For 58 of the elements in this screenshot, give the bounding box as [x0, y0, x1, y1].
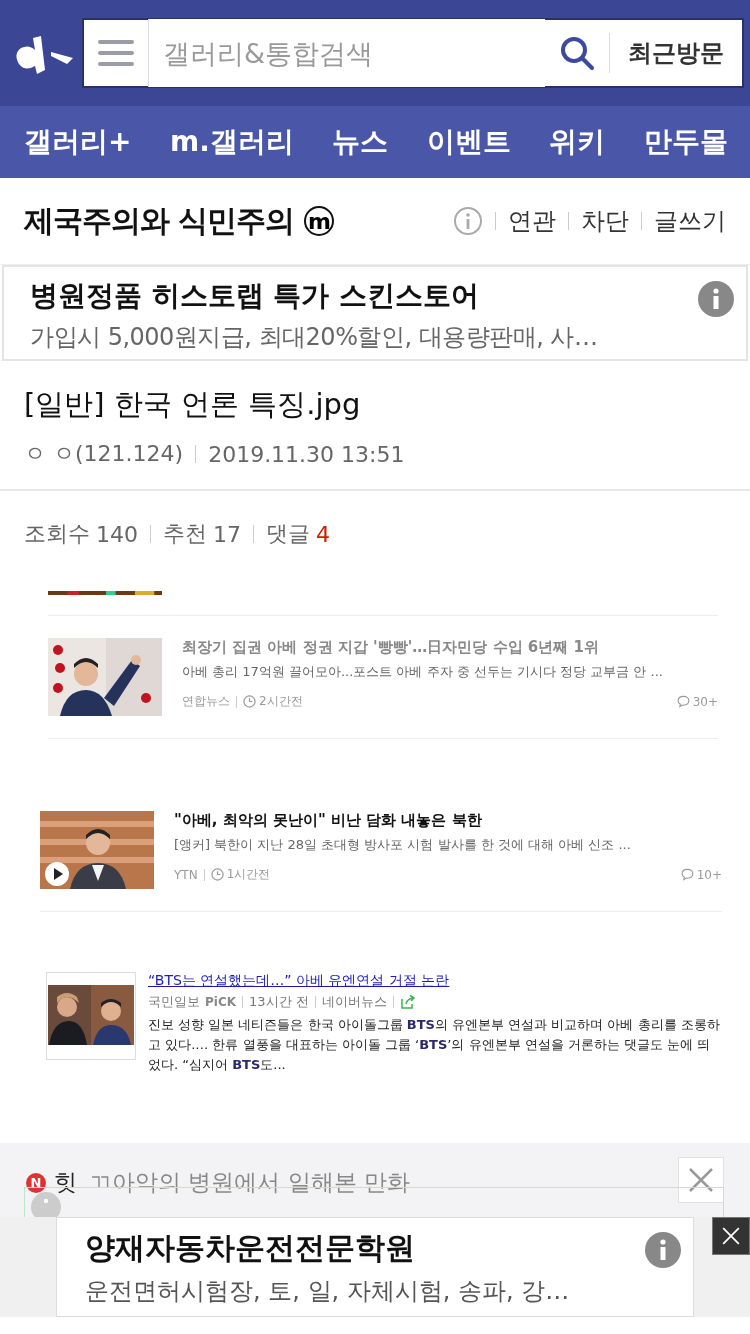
news-source: YTN	[174, 867, 198, 882]
menu-icon[interactable]	[98, 38, 134, 68]
ad-text: 가입시 5,000원지급, 최대20%할인, 대용량판매, 사…	[30, 322, 599, 353]
pick-label: PiCK	[205, 995, 236, 1009]
news-time: 2시간전	[259, 693, 303, 710]
news-summary: 아베 총리 17억원 끌어모아...포스트 아베 주자 중 선두는 기시다 정당 교부금 안 ...	[182, 663, 664, 681]
ad-banner[interactable]: 병원정품 히스토랩 특가 스킨스토어 가입시 5,000원지급, 최대20%할인, 대용량판매, 사…	[2, 265, 748, 361]
comment-count: 30+	[692, 694, 718, 709]
new-badge: N	[26, 1172, 46, 1193]
hot-label: 힛	[54, 1168, 77, 1197]
ad-title: 양재자동차운전전문학원	[85, 1229, 416, 1267]
news-source: 국민일보	[148, 993, 200, 1011]
news-title[interactable]: "아베, 최악의 못난이" 비난 담화 내놓은 북한	[174, 811, 722, 830]
comment-icon	[676, 695, 690, 708]
post-author[interactable]: ㅇ ㅇ(121.124)	[24, 439, 184, 469]
ad-title: 병원정품 히스토랩 특가 스킨스토어	[30, 278, 481, 314]
info-icon[interactable]	[698, 281, 734, 317]
stat-value: 17	[213, 521, 241, 547]
news-time: 13시간 전	[249, 993, 309, 1011]
comment-icon	[680, 868, 694, 881]
nav-link[interactable]: 이벤트	[426, 123, 511, 161]
clock-icon	[210, 868, 224, 881]
nav-link[interactable]: m.갤러리	[170, 123, 294, 161]
minor-gallery-badge: m	[304, 206, 335, 236]
nav-link[interactable]: 뉴스	[332, 123, 389, 161]
gallery-title: 제국주의와 식민주의	[24, 201, 295, 240]
comment-count: 10+	[696, 867, 722, 882]
news-source: 연합뉴스	[182, 693, 230, 710]
nav-link[interactable]: 만두몰	[643, 123, 728, 161]
news-title-link[interactable]: “BTS는 연설했는데…” 아베 유엔연설 거절 논란	[148, 972, 720, 990]
clock-icon	[243, 695, 256, 708]
post-date: 2019.11.30 13:51	[208, 441, 405, 467]
gallery-action-link[interactable]: 글쓰기	[654, 205, 726, 237]
info-icon[interactable]	[453, 206, 483, 236]
stat-label: 댓글	[266, 520, 310, 548]
search-icon[interactable]	[559, 35, 595, 71]
news-time: 1시간전	[226, 866, 271, 883]
stat-value: 4	[316, 521, 330, 547]
news-title[interactable]: 최장기 집권 아베 정권 지갑 '빵빵'…日자민당 수입 6년째 1위	[182, 638, 718, 657]
nav-link[interactable]: 갤러리+	[24, 123, 132, 161]
ad-banner[interactable]: 양재자동차운전전문학원 운전면허시험장, 토, 일, 자체시험, 송파, 강…	[56, 1217, 694, 1317]
stat-label: 조회수	[24, 520, 90, 548]
search-field[interactable]: 갤러리&통합검색 최근방문	[82, 18, 744, 88]
gallery-action-link[interactable]: 차단	[581, 205, 629, 237]
play-icon[interactable]	[44, 861, 70, 887]
news-body: 진보 성향 일본 네티즌들은 한국 아이돌그룹 BTS의 유엔본부 연설과 비교하며 아베 총리를 조롱하고 있다.… 한류 열풍을 대표하는 아이돌 그룹 ‘BTS’의 유엔본부 연설을 거론하는 댓글도 눈에 띄었다. “심지어 BTS도...	[148, 1016, 720, 1074]
share-icon[interactable]	[399, 994, 416, 1010]
nav-link[interactable]: 위키	[549, 123, 606, 161]
news-summary: [앵커] 북한이 지난 28일 초대형 방사포 시험 발사를 한 것에 대해 아베 신조 ...	[174, 836, 632, 854]
info-icon[interactable]	[645, 1232, 681, 1268]
recent-visits-button[interactable]: 최근방문	[609, 33, 742, 73]
ad-text: 운전면허시험장, 토, 일, 자체시험, 송파, 강…	[85, 1276, 571, 1307]
close-button[interactable]	[712, 1217, 750, 1255]
portal-name: 네이버뉴스	[321, 993, 387, 1011]
stat-value: 140	[96, 521, 138, 547]
gallery-action-link[interactable]: 연관	[508, 205, 556, 237]
post-title: [일반] 한국 언론 특징.jpg	[24, 386, 362, 423]
stat-label: 추천	[163, 520, 207, 548]
